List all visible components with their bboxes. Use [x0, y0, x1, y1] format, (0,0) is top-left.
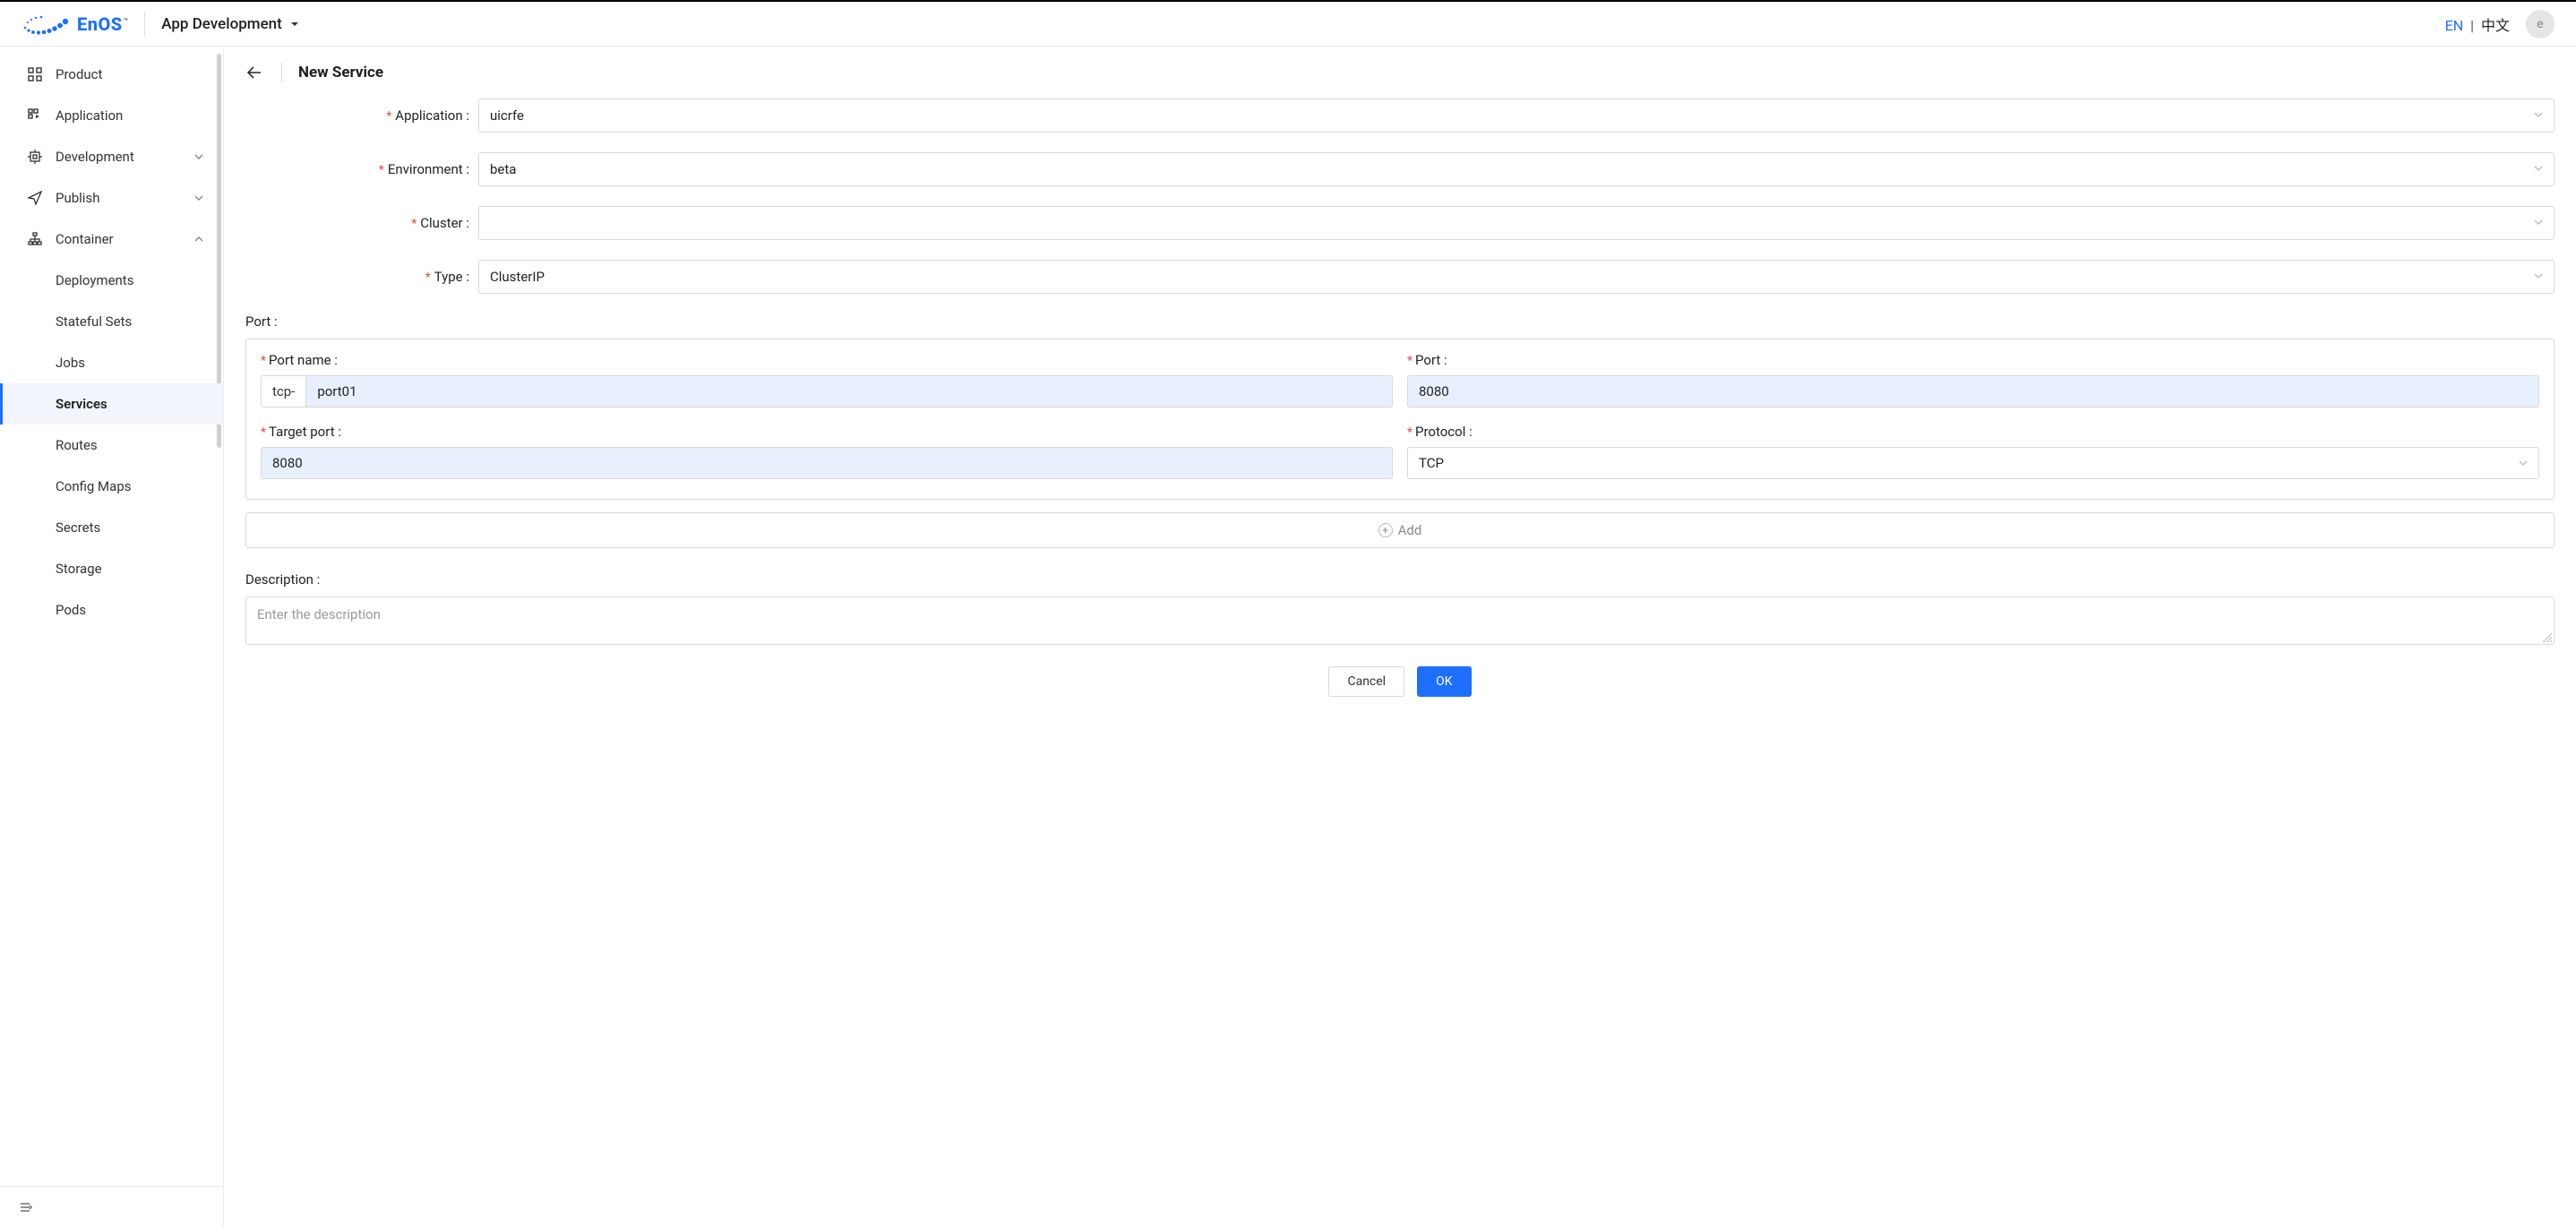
plus-circle-icon: +: [1378, 523, 1393, 537]
port-section-label: Port :: [245, 313, 2555, 330]
sidebar-item-config-maps[interactable]: Config Maps: [0, 466, 223, 507]
language-switch[interactable]: EN | 中文: [2445, 13, 2510, 35]
sidebar-item-application[interactable]: Application: [0, 95, 223, 136]
chevron-down-icon: [194, 190, 203, 206]
field-label-type: Type: [434, 269, 463, 285]
lang-separator: |: [2470, 17, 2474, 34]
chevron-down-icon: [194, 149, 203, 165]
field-label-protocol: Protocol :: [1415, 424, 1473, 440]
avatar[interactable]: e: [2526, 10, 2555, 39]
field-label-target-port: Target port :: [269, 424, 341, 440]
sidebar: Product Application: [0, 47, 224, 1227]
port-value: 8080: [1419, 383, 1449, 399]
app-switcher-label: App Development: [161, 15, 282, 33]
send-icon: [27, 190, 43, 206]
description-placeholder: Enter the description: [257, 606, 381, 622]
port-name-value: port01: [317, 383, 356, 399]
environment-select[interactable]: beta: [478, 152, 2555, 186]
cancel-button[interactable]: Cancel: [1328, 666, 1404, 697]
port-name-prefix: tcp-: [261, 375, 305, 408]
sidebar-item-label: Secrets: [56, 519, 100, 536]
brand-name: EnOS™: [77, 13, 128, 35]
port-input[interactable]: 8080: [1407, 375, 2539, 408]
protocol-value: TCP: [1419, 455, 1444, 471]
chevron-down-icon: [2519, 455, 2528, 471]
application-value: uicrfe: [490, 107, 524, 124]
sidebar-item-routes[interactable]: Routes: [0, 425, 223, 466]
lang-en[interactable]: EN: [2445, 17, 2464, 34]
ok-button-label: OK: [1436, 674, 1452, 689]
chevron-down-icon: [2534, 109, 2543, 122]
description-label: Description :: [245, 571, 2555, 588]
sidebar-item-label: Application: [56, 107, 123, 124]
sidebar-item-label: Config Maps: [56, 478, 131, 494]
sidebar-item-label: Deployments: [56, 272, 133, 288]
sidebar-item-label: Product: [56, 66, 102, 82]
chevron-up-icon: [194, 231, 203, 247]
field-label-application: Application: [395, 107, 462, 124]
grid-icon: [27, 66, 43, 82]
target-port-input[interactable]: 8080: [261, 447, 1393, 479]
divider: [281, 63, 282, 82]
resize-handle-icon[interactable]: [2543, 633, 2552, 642]
sidebar-item-label: Container: [56, 231, 114, 247]
type-select[interactable]: ClusterIP: [478, 260, 2555, 294]
sidebar-collapse-toggle[interactable]: [0, 1186, 223, 1227]
sidebar-group-container[interactable]: Container: [0, 219, 223, 260]
chevron-down-icon: [2534, 270, 2543, 283]
field-label-port: Port :: [1415, 352, 1447, 368]
sidebar-item-label: Pods: [56, 602, 86, 618]
back-button[interactable]: [245, 63, 265, 82]
app-switcher[interactable]: App Development: [161, 15, 300, 33]
collapse-icon: [18, 1200, 32, 1214]
target-port-value: 8080: [272, 455, 303, 471]
port-name-input[interactable]: port01: [305, 375, 1393, 408]
cluster-select[interactable]: [478, 206, 2555, 240]
ok-button[interactable]: OK: [1417, 666, 1471, 697]
description-textarea[interactable]: Enter the description: [245, 596, 2555, 645]
type-value: ClusterIP: [490, 269, 545, 285]
chevron-down-icon: [2534, 217, 2543, 229]
sidebar-item-pods[interactable]: Pods: [0, 589, 223, 631]
application-select[interactable]: uicrfe: [478, 99, 2555, 133]
sidebar-item-product[interactable]: Product: [0, 54, 223, 95]
brand-logo[interactable]: EnOS™: [21, 13, 128, 35]
lang-zh[interactable]: 中文: [2481, 17, 2510, 34]
sidebar-item-label: Development: [56, 149, 134, 165]
main-content: New Service *Application : uicrfe *Envir…: [224, 47, 2576, 1227]
environment-value: beta: [490, 161, 516, 177]
protocol-select[interactable]: TCP: [1407, 447, 2539, 479]
sidebar-item-label: Routes: [56, 437, 98, 453]
sidebar-item-jobs[interactable]: Jobs: [0, 342, 223, 383]
sidebar-item-storage[interactable]: Storage: [0, 548, 223, 589]
sidebar-item-label: Services: [56, 396, 107, 412]
sidebar-item-deployments[interactable]: Deployments: [0, 260, 223, 301]
sitemap-icon: [27, 231, 43, 247]
sidebar-item-services[interactable]: Services: [0, 383, 223, 425]
caret-down-icon: [289, 19, 300, 30]
field-label-cluster: Cluster: [420, 215, 462, 231]
sidebar-item-label: Publish: [56, 190, 99, 206]
sidebar-item-label: Jobs: [56, 355, 85, 371]
sidebar-item-label: Storage: [56, 561, 102, 577]
sidebar-group-development[interactable]: Development: [0, 136, 223, 177]
chip-icon: [27, 149, 43, 165]
sidebar-item-stateful-sets[interactable]: Stateful Sets: [0, 301, 223, 342]
sidebar-item-label: Stateful Sets: [56, 313, 132, 330]
arrow-left-icon: [245, 64, 263, 82]
page-title: New Service: [298, 64, 383, 82]
cancel-button-label: Cancel: [1347, 674, 1386, 689]
chevron-down-icon: [2534, 163, 2543, 176]
port-block: *Port name : tcp- port01 *Port : 8080: [245, 339, 2555, 500]
field-label-port-name: Port name :: [269, 352, 338, 368]
sidebar-item-secrets[interactable]: Secrets: [0, 507, 223, 548]
add-button-label: Add: [1398, 522, 1422, 538]
add-port-button[interactable]: + Add: [245, 512, 2555, 548]
field-label-environment: Environment: [388, 161, 463, 177]
avatar-initial: e: [2537, 17, 2543, 31]
apps-icon: [27, 107, 43, 124]
sidebar-group-publish[interactable]: Publish: [0, 177, 223, 219]
